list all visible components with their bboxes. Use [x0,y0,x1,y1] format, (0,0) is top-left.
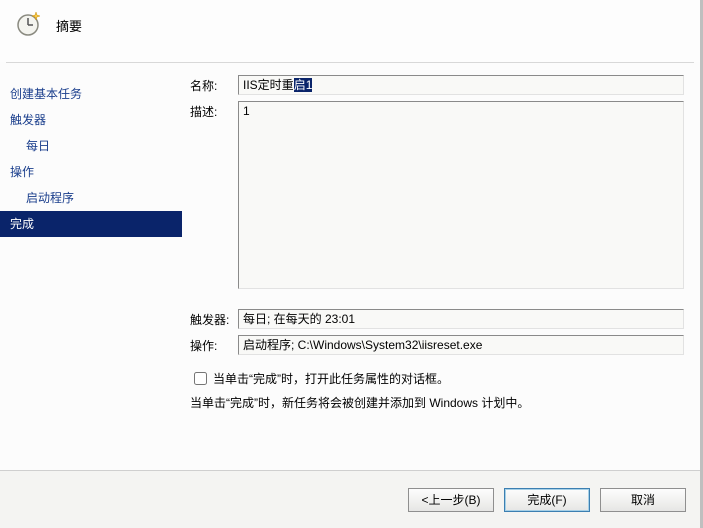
name-value-plain: IIS定时重 [243,78,294,92]
description-field[interactable]: 1 [238,101,684,289]
wizard-steps: 创建基本任务 触发器 每日 操作 启动程序 完成 [0,63,182,461]
row-action: 操作: 启动程序; C:\Windows\System32\iisreset.e… [190,335,684,355]
row-name: 名称: IIS定时重启1 [190,75,684,95]
dialog-header: 摘要 [0,0,700,62]
step-start-program[interactable]: 启动程序 [0,185,182,211]
action-label: 操作: [190,335,238,354]
action-field: 启动程序; C:\Windows\System32\iisreset.exe [238,335,684,355]
cancel-button[interactable]: 取消 [600,488,686,512]
step-trigger[interactable]: 触发器 [0,107,182,133]
clock-new-icon [14,10,42,38]
finish-note: 当单击“完成”时，新任务将会被创建并添加到 Windows 计划中。 [190,394,684,411]
row-trigger: 触发器: 每日; 在每天的 23:01 [190,309,684,329]
task-wizard-dialog: 摘要 创建基本任务 触发器 每日 操作 启动程序 完成 名称: IIS定时重启1… [0,0,703,528]
row-description: 描述: 1 [190,101,684,289]
name-label: 名称: [190,75,238,94]
dialog-footer: <上一步(B) 完成(F) 取消 [0,470,700,528]
description-label: 描述: [190,101,238,120]
finish-button[interactable]: 完成(F) [504,488,590,512]
summary-content: 名称: IIS定时重启1 描述: 1 触发器: 每日; 在每天的 23:01 操… [182,63,700,461]
step-daily[interactable]: 每日 [0,133,182,159]
name-value-selected: 启1 [294,78,313,92]
step-finish[interactable]: 完成 [0,211,182,237]
trigger-label: 触发器: [190,309,238,328]
back-button[interactable]: <上一步(B) [408,488,494,512]
trigger-field: 每日; 在每天的 23:01 [238,309,684,329]
step-create-basic-task[interactable]: 创建基本任务 [0,81,182,107]
row-open-properties: 当单击“完成”时，打开此任务属性的对话框。 [190,369,684,388]
open-properties-label: 当单击“完成”时，打开此任务属性的对话框。 [213,370,449,387]
dialog-title: 摘要 [56,16,82,35]
step-action[interactable]: 操作 [0,159,182,185]
open-properties-checkbox[interactable] [194,372,207,385]
dialog-body: 创建基本任务 触发器 每日 操作 启动程序 完成 名称: IIS定时重启1 描述… [0,63,700,461]
name-field[interactable]: IIS定时重启1 [238,75,684,95]
